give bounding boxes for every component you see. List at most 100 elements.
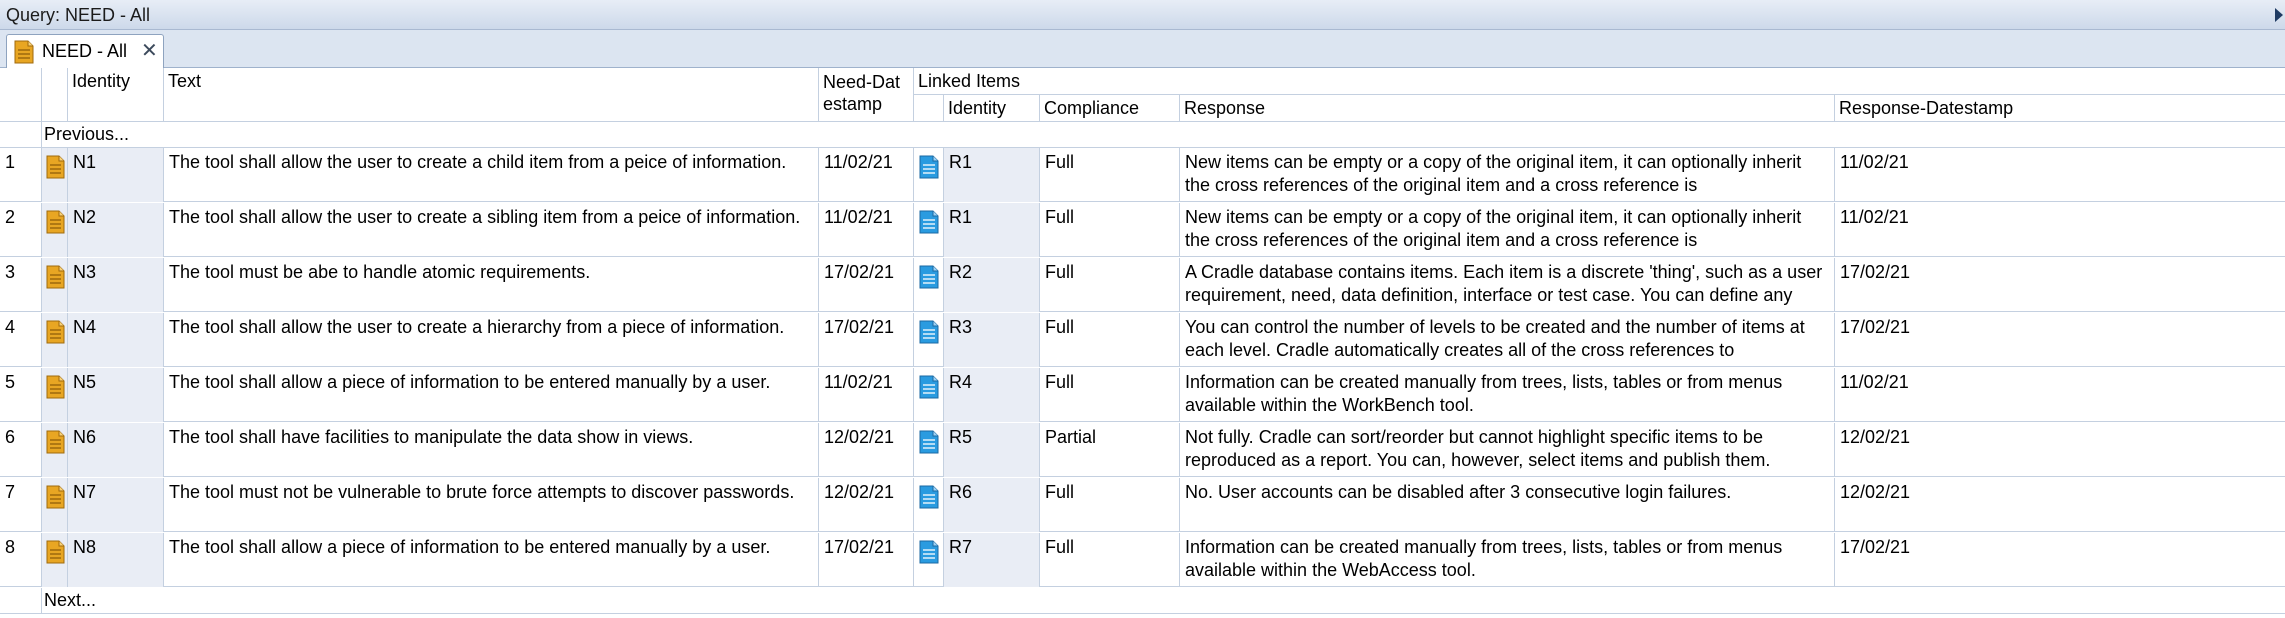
next-row-stub bbox=[0, 588, 42, 614]
compliance-cell[interactable]: Full bbox=[1040, 258, 1180, 312]
linked-identity-cell[interactable]: R4 bbox=[944, 368, 1040, 422]
response-icon bbox=[914, 148, 944, 202]
need-datestamp-cell[interactable]: 11/02/21 bbox=[819, 203, 914, 257]
response-cell[interactable]: A Cradle database contains items. Each i… bbox=[1180, 258, 1835, 312]
response-cell[interactable]: New items can be empty or a copy of the … bbox=[1180, 203, 1835, 257]
response-cell[interactable]: New items can be empty or a copy of the … bbox=[1180, 148, 1835, 202]
compliance-cell[interactable]: Full bbox=[1040, 203, 1180, 257]
linked-identity-cell[interactable]: R1 bbox=[944, 148, 1040, 202]
response-datestamp-cell[interactable]: 12/02/21 bbox=[1835, 423, 2285, 477]
text-cell[interactable]: The tool shall allow a piece of informat… bbox=[164, 533, 819, 587]
need-datestamp-cell[interactable]: 17/02/21 bbox=[819, 313, 914, 367]
need-icon bbox=[42, 478, 68, 532]
response-datestamp-header[interactable]: Response-Datestamp bbox=[1835, 95, 2285, 122]
need-datestamp-cell[interactable]: 12/02/21 bbox=[819, 478, 914, 532]
need-datestamp-cell[interactable]: 11/02/21 bbox=[819, 368, 914, 422]
linked-items-header: Linked Items bbox=[914, 68, 2285, 95]
text-cell[interactable]: The tool shall allow the user to create … bbox=[164, 148, 819, 202]
text-cell[interactable]: The tool must be abe to handle atomic re… bbox=[164, 258, 819, 312]
table-row[interactable]: 8 N8 The tool shall allow a piece of inf… bbox=[0, 533, 2285, 587]
table-row[interactable]: 3 N3 The tool must be abe to handle atom… bbox=[0, 258, 2285, 312]
row-number: 7 bbox=[0, 478, 42, 532]
linked-identity-cell[interactable]: R7 bbox=[944, 533, 1040, 587]
response-datestamp-cell[interactable]: 17/02/21 bbox=[1835, 313, 2285, 367]
table-row[interactable]: 7 N7 The tool must not be vulnerable to … bbox=[0, 478, 2285, 532]
table-row[interactable]: 4 N4 The tool shall allow the user to cr… bbox=[0, 313, 2285, 367]
table-row[interactable]: 2 N2 The tool shall allow the user to cr… bbox=[0, 203, 2285, 257]
response-icon bbox=[914, 533, 944, 587]
response-cell[interactable]: Information can be created manually from… bbox=[1180, 368, 1835, 422]
response-datestamp-cell[interactable]: 11/02/21 bbox=[1835, 368, 2285, 422]
text-header[interactable]: Text bbox=[164, 68, 819, 122]
response-icon bbox=[914, 313, 944, 367]
text-cell[interactable]: The tool shall allow a piece of informat… bbox=[164, 368, 819, 422]
row-number: 1 bbox=[0, 148, 42, 202]
compliance-cell[interactable]: Full bbox=[1040, 533, 1180, 587]
need-datestamp-cell[interactable]: 17/02/21 bbox=[819, 258, 914, 312]
need-datestamp-cell[interactable]: 17/02/21 bbox=[819, 533, 914, 587]
results-grid: Identity Text Need-Datestamp Linked Item… bbox=[0, 68, 2285, 618]
close-icon[interactable]: ✕ bbox=[141, 35, 158, 67]
row-number: 2 bbox=[0, 203, 42, 257]
need-icon bbox=[42, 148, 68, 202]
icon-header bbox=[42, 68, 68, 122]
linked-identity-header[interactable]: Identity bbox=[944, 95, 1040, 122]
row-number: 8 bbox=[0, 533, 42, 587]
response-datestamp-cell[interactable]: 12/02/21 bbox=[1835, 478, 2285, 532]
text-cell[interactable]: The tool shall have facilities to manipu… bbox=[164, 423, 819, 477]
need-datestamp-header[interactable]: Need-Datestamp bbox=[819, 68, 914, 122]
table-row[interactable]: 1 N1 The tool shall allow the user to cr… bbox=[0, 148, 2285, 202]
response-datestamp-cell[interactable]: 11/02/21 bbox=[1835, 148, 2285, 202]
identity-header[interactable]: Identity bbox=[68, 68, 164, 122]
table-row[interactable]: 5 N5 The tool shall allow a piece of inf… bbox=[0, 368, 2285, 422]
identity-cell[interactable]: N4 bbox=[68, 313, 164, 367]
text-cell[interactable]: The tool shall allow the user to create … bbox=[164, 313, 819, 367]
response-datestamp-cell[interactable]: 17/02/21 bbox=[1835, 533, 2285, 587]
response-cell[interactable]: You can control the number of levels to … bbox=[1180, 313, 1835, 367]
response-header[interactable]: Response bbox=[1180, 95, 1835, 122]
identity-cell[interactable]: N6 bbox=[68, 423, 164, 477]
compliance-header[interactable]: Compliance bbox=[1040, 95, 1180, 122]
expand-arrow-icon[interactable] bbox=[2275, 8, 2283, 22]
tab-label: NEED - All bbox=[42, 41, 128, 61]
linked-identity-cell[interactable]: R6 bbox=[944, 478, 1040, 532]
response-cell[interactable]: No. User accounts can be disabled after … bbox=[1180, 478, 1835, 532]
row-number: 5 bbox=[0, 368, 42, 422]
identity-cell[interactable]: N3 bbox=[68, 258, 164, 312]
previous-row[interactable]: Previous... bbox=[0, 122, 2285, 148]
need-icon bbox=[42, 423, 68, 477]
need-datestamp-cell[interactable]: 11/02/21 bbox=[819, 148, 914, 202]
need-datestamp-cell[interactable]: 12/02/21 bbox=[819, 423, 914, 477]
compliance-cell[interactable]: Full bbox=[1040, 478, 1180, 532]
next-link[interactable]: Next... bbox=[44, 588, 96, 613]
next-row[interactable]: Next... bbox=[0, 588, 2285, 614]
query-window: Query: NEED - All NEED - All ✕ Identity … bbox=[0, 0, 2285, 618]
linked-identity-cell[interactable]: R2 bbox=[944, 258, 1040, 312]
response-icon bbox=[914, 368, 944, 422]
text-cell[interactable]: The tool shall allow the user to create … bbox=[164, 203, 819, 257]
linked-identity-cell[interactable]: R5 bbox=[944, 423, 1040, 477]
row-number: 6 bbox=[0, 423, 42, 477]
response-icon bbox=[914, 258, 944, 312]
response-cell[interactable]: Information can be created manually from… bbox=[1180, 533, 1835, 587]
tab-need-all[interactable]: NEED - All ✕ bbox=[6, 34, 164, 68]
compliance-cell[interactable]: Full bbox=[1040, 313, 1180, 367]
need-icon bbox=[42, 203, 68, 257]
table-row[interactable]: 6 N6 The tool shall have facilities to m… bbox=[0, 423, 2285, 477]
previous-link[interactable]: Previous... bbox=[44, 122, 129, 147]
text-cell[interactable]: The tool must not be vulnerable to brute… bbox=[164, 478, 819, 532]
linked-identity-cell[interactable]: R1 bbox=[944, 203, 1040, 257]
identity-cell[interactable]: N2 bbox=[68, 203, 164, 257]
compliance-cell[interactable]: Partial bbox=[1040, 423, 1180, 477]
title-bar: Query: NEED - All bbox=[0, 0, 2285, 30]
linked-identity-cell[interactable]: R3 bbox=[944, 313, 1040, 367]
response-datestamp-cell[interactable]: 11/02/21 bbox=[1835, 203, 2285, 257]
response-datestamp-cell[interactable]: 17/02/21 bbox=[1835, 258, 2285, 312]
identity-cell[interactable]: N8 bbox=[68, 533, 164, 587]
identity-cell[interactable]: N7 bbox=[68, 478, 164, 532]
compliance-cell[interactable]: Full bbox=[1040, 368, 1180, 422]
identity-cell[interactable]: N1 bbox=[68, 148, 164, 202]
response-cell[interactable]: Not fully. Cradle can sort/reorder but c… bbox=[1180, 423, 1835, 477]
identity-cell[interactable]: N5 bbox=[68, 368, 164, 422]
compliance-cell[interactable]: Full bbox=[1040, 148, 1180, 202]
